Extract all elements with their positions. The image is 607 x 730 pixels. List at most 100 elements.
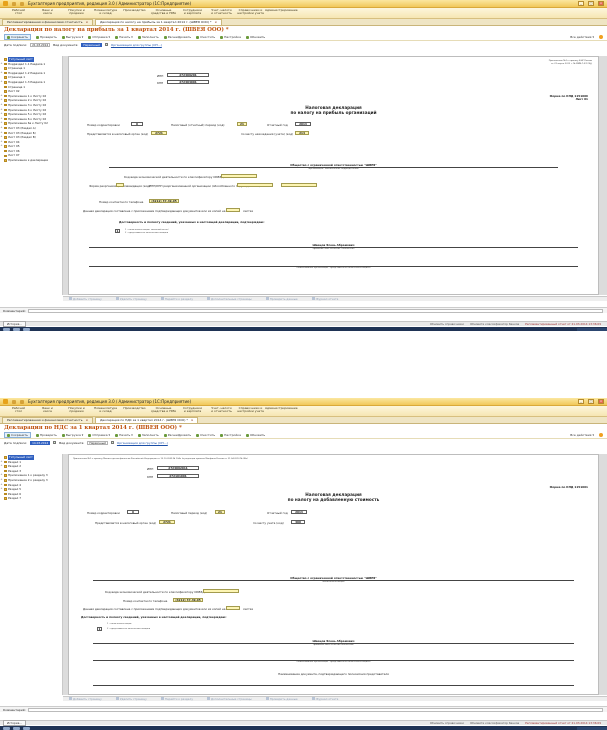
task-app-icon[interactable] [13,726,20,730]
period-field[interactable]: 21 [215,510,225,514]
kpp-field[interactable]: 272101001 [157,474,199,478]
status-report[interactable]: Регламентированный отчет от 21.03.2014 1… [525,322,601,326]
settings-button[interactable]: Настройка [220,433,241,437]
sheets-field[interactable] [226,208,240,212]
place-field[interactable]: 214 [295,131,309,135]
menu-assets[interactable]: Основные средства и НМА [149,8,178,18]
back-icon[interactable] [12,399,16,404]
phone-field[interactable]: (4212) 37-49-05 [149,199,179,203]
reorg-kpp-field[interactable] [281,183,317,187]
status-update-banks[interactable]: Обновите классификатор банков [470,322,519,326]
menu-admin[interactable]: Администрирование [265,406,298,416]
settings-button[interactable]: Настройка [220,35,241,39]
menu-bank[interactable]: Банк и касса [33,406,62,416]
sign-date-input[interactable]: 14.03.2014 [30,440,51,445]
menu-bank[interactable]: Банк и касса [33,8,62,18]
print-button[interactable]: Печать ▾ [115,433,133,437]
close-button[interactable]: × [598,1,604,6]
period-field[interactable]: 21 [237,122,247,126]
report-log-button[interactable]: Журнал отчета [311,697,338,701]
back-icon[interactable] [12,1,16,6]
save-button[interactable]: Сохранить [4,432,31,438]
signer-code-field[interactable]: 1 [115,229,120,233]
task-app-icon[interactable] [23,327,30,331]
upload-button[interactable]: Выгрузка ▾ [61,433,83,437]
menu-purchases[interactable]: Покупки и продажи [62,8,91,18]
group-checkbox[interactable] [110,441,114,444]
tab-close-icon[interactable]: × [215,20,218,25]
forward-icon[interactable] [20,399,24,404]
goto-section-button[interactable]: Перейти к разделу [160,697,193,701]
group-link[interactable]: Организация для группы (ОП...) [117,441,168,445]
group-checkbox[interactable] [104,43,108,46]
expand-toggle-icon[interactable]: + [0,487,3,492]
add-page-button[interactable]: Добавить страницу [69,297,102,301]
help-icon[interactable] [599,433,603,437]
menu-purchases[interactable]: Покупки и продажи [62,406,91,416]
signer-code-field[interactable]: 1 [97,627,102,631]
expand-button[interactable]: Расшифровать [163,433,191,437]
upload-button[interactable]: Выгрузка ▾ [61,35,83,39]
comment-input[interactable] [27,308,603,313]
menu-assets[interactable]: Основные средства и НМА [149,406,178,416]
tax-authority-field[interactable]: 2721 [151,131,167,135]
check-data-button[interactable]: Проверить данные [265,697,298,701]
status-update-refs[interactable]: Обновить справочники [430,721,464,725]
menu-settings[interactable]: Справочники и настройки учета [236,406,265,416]
refresh-button[interactable]: Обновить [245,433,265,437]
inn-field[interactable]: 272409201 [167,73,209,77]
expand-toggle-icon[interactable]: + [0,464,3,469]
group-link[interactable]: Организация для группы (ОП...) [111,43,162,47]
tab-close-icon[interactable]: × [86,20,89,25]
menu-desktop[interactable]: Рабочий стол [4,406,33,416]
expand-button[interactable]: Расшифровать [163,35,191,39]
check-button[interactable]: Проверить [35,35,57,39]
expand-toggle-icon[interactable]: + [0,80,3,85]
close-button[interactable]: × [598,399,604,404]
print-button[interactable]: Печать ▾ [115,35,133,39]
clear-button[interactable]: Очистить [196,35,215,39]
reorg-inn-field[interactable] [237,183,273,187]
task-app-icon[interactable] [23,726,30,730]
menu-desktop[interactable]: Рабочий стол [4,8,33,18]
maximize-button[interactable]: □ [588,399,594,404]
correction-field[interactable]: 0 [131,122,143,126]
fill-button[interactable]: Заполнить [137,35,159,39]
add-page-button[interactable]: Добавить страницу [69,697,102,701]
task-app-icon[interactable] [13,327,20,331]
menu-salary[interactable]: Сотрудники и зарплата [178,8,207,18]
menu-warehouse[interactable]: Номенклатура и склад [91,406,120,416]
start-icon[interactable] [3,327,10,331]
okved-field[interactable] [203,589,239,593]
clear-button[interactable]: Очистить [196,433,215,437]
expand-toggle-icon[interactable]: + [0,144,3,149]
all-actions-button[interactable]: Все действия ▾ [570,433,594,437]
refresh-button[interactable]: Обновить [245,35,265,39]
delete-page-button[interactable]: Удалить страницу [115,697,147,701]
tree-item[interactable]: Раздел 7 [0,496,62,501]
inn-field[interactable]: 2724092011 [157,466,199,470]
year-field[interactable]: 2014 [295,122,311,126]
reorg-field[interactable] [116,183,124,187]
delete-page-button[interactable]: Удалить страницу [115,297,147,301]
menu-settings[interactable]: Справочники и настройки учета [236,8,265,18]
phone-field[interactable]: (4212) 37-49-05 [173,598,203,602]
kind-checkbox[interactable] [53,441,57,444]
forward-icon[interactable] [20,1,24,6]
kind-select[interactable]: Первичный [81,42,102,47]
tab-close-icon[interactable]: × [191,418,194,423]
expand-toggle-icon[interactable]: + [0,71,3,76]
menu-production[interactable]: Производство [120,406,149,416]
all-actions-button[interactable]: Все действия ▾ [570,35,594,39]
correction-field[interactable]: 0 [127,510,139,514]
tax-authority-field[interactable]: 2721 [159,520,175,524]
send-button[interactable]: Отправка ▾ [88,35,110,39]
menu-admin[interactable]: Администрирование [265,8,298,18]
menu-warehouse[interactable]: Номенклатура и склад [91,8,120,18]
goto-section-button[interactable]: Перейти к разделу [160,297,193,301]
kpp-field[interactable]: 272404001 [167,80,209,84]
menu-production[interactable]: Производство [120,8,149,18]
tab-reports[interactable]: Регламентированная и финансовая отчетнос… [2,19,94,25]
send-button[interactable]: Отправка ▾ [88,433,110,437]
comment-input[interactable] [27,707,603,712]
